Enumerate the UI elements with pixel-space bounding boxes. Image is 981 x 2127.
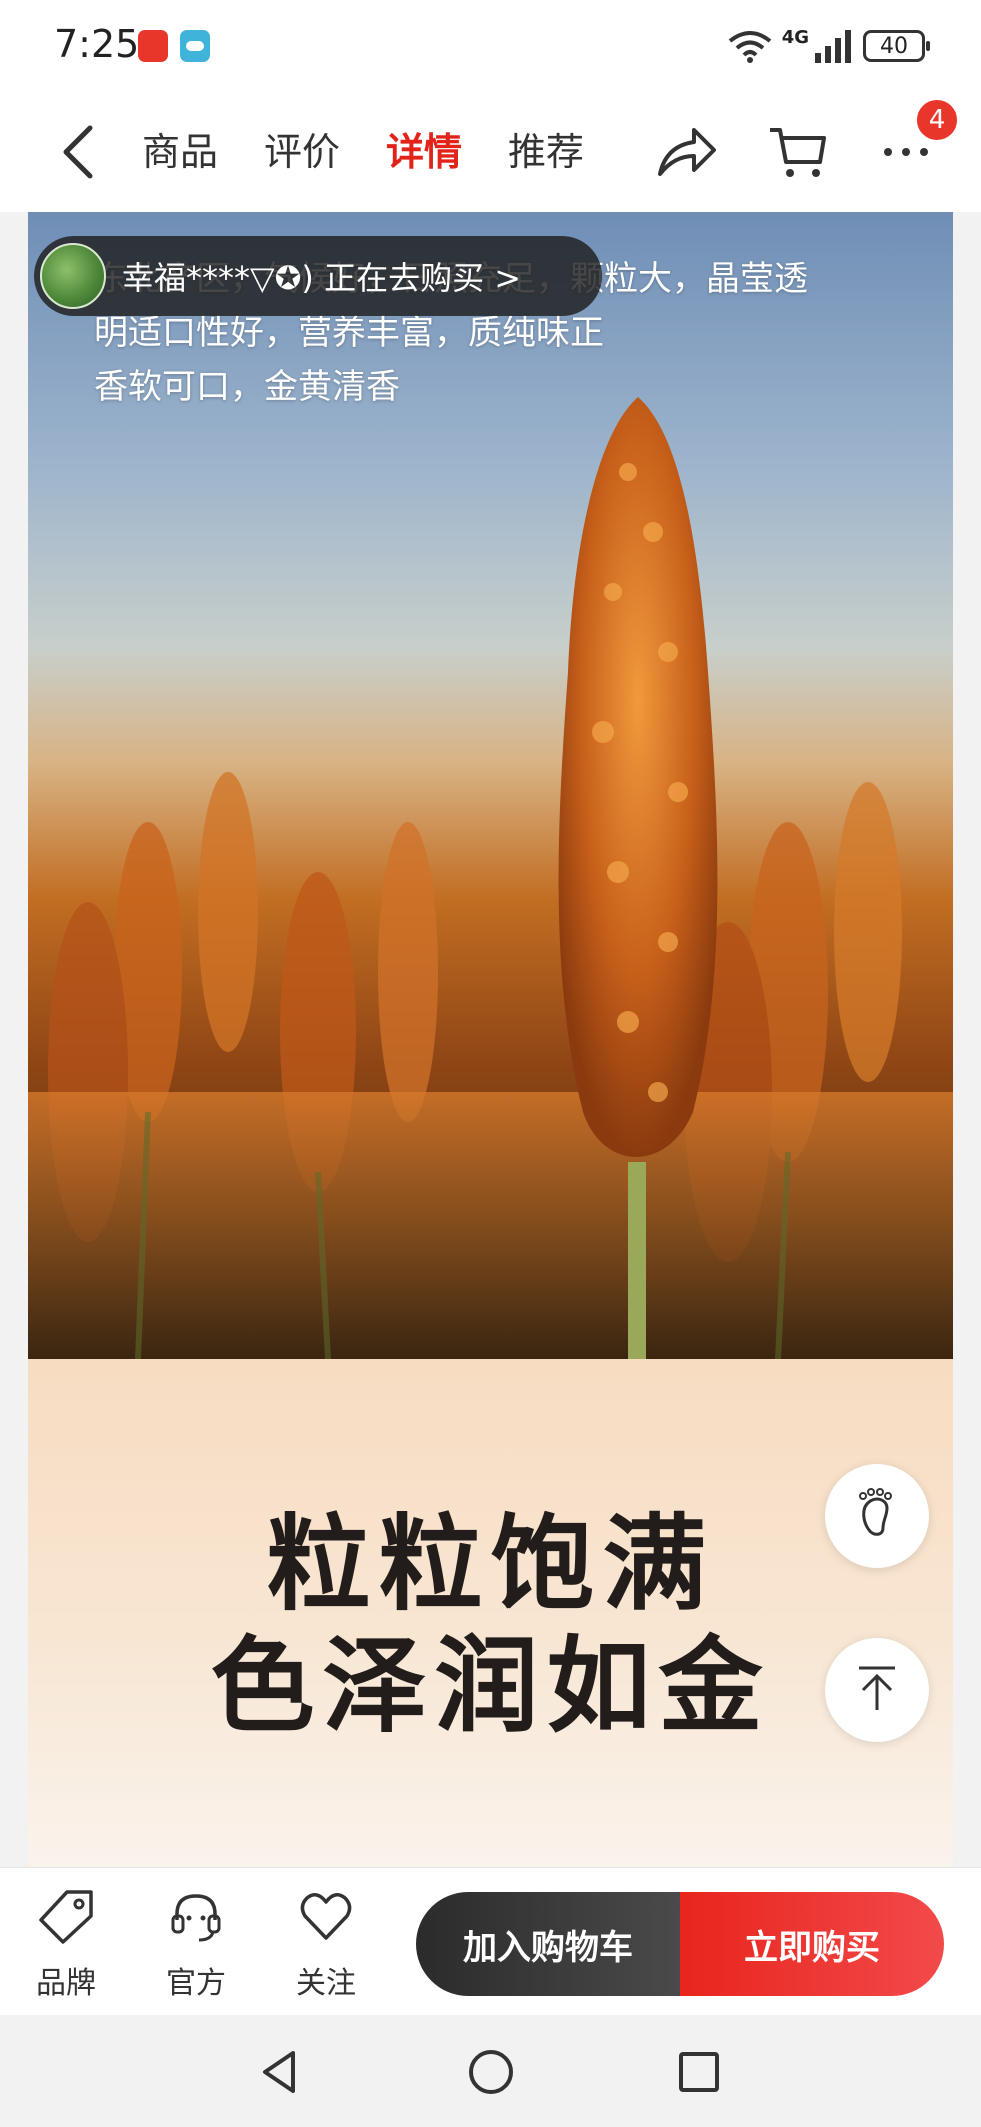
weather-app-icon bbox=[180, 30, 210, 62]
back-arrow-icon[interactable] bbox=[50, 120, 110, 184]
official-service-button[interactable]: 官方 bbox=[146, 1890, 246, 2002]
wifi-icon bbox=[728, 29, 772, 63]
sorghum-hero-image: 东北产区，气候好，日照充足，颗粒大，晶莹透 明适口性好，营养丰富，质纯味正 香软… bbox=[28, 212, 953, 1359]
add-to-cart-button[interactable]: 加入购物车 bbox=[416, 1892, 680, 1996]
message-count-badge: 4 bbox=[915, 98, 959, 142]
purchase-buttons: 加入购物车 立即购买 bbox=[416, 1892, 944, 1996]
product-nav-bar: 商品 评价 详情 推荐 bbox=[0, 92, 981, 212]
brand-button[interactable]: 品牌 bbox=[16, 1890, 116, 2002]
cart-icon[interactable] bbox=[766, 122, 830, 182]
brand-label: 品牌 bbox=[36, 1966, 96, 2001]
tab-reviews[interactable]: 评价 bbox=[264, 122, 386, 182]
status-bar: 7:25 4G 40 bbox=[0, 0, 981, 92]
official-label: 官方 bbox=[166, 1966, 226, 2001]
footprint-button[interactable] bbox=[825, 1464, 929, 1568]
system-back-icon[interactable] bbox=[255, 2047, 305, 2097]
product-detail-content: 东北产区，气候好，日照充足，颗粒大，晶莹透 明适口性好，营养丰富，质纯味正 香软… bbox=[28, 212, 953, 1867]
tag-icon bbox=[37, 1888, 95, 1950]
follow-button[interactable]: 关注 bbox=[276, 1890, 376, 2002]
footprint-icon bbox=[849, 1486, 905, 1546]
system-recents-icon[interactable] bbox=[674, 2047, 724, 2097]
banner-title-line2: 色泽润如金 bbox=[210, 1625, 771, 1747]
status-time: 7:25 bbox=[54, 22, 140, 66]
section-tabs: 商品 评价 详情 推荐 bbox=[142, 122, 630, 182]
headset-icon bbox=[167, 1888, 225, 1950]
heart-icon bbox=[297, 1888, 355, 1950]
follow-label: 关注 bbox=[296, 1966, 356, 2001]
description-line: 香软可口，金黄清香 bbox=[94, 367, 400, 407]
back-to-top-button[interactable] bbox=[825, 1638, 929, 1742]
buyer-ticker[interactable]: 幸福****▽✪) 正在去购买 > bbox=[34, 236, 602, 316]
buyer-avatar bbox=[40, 243, 106, 309]
notification-app-icon bbox=[138, 30, 168, 62]
network-type: 4G bbox=[781, 26, 809, 48]
bottom-action-bar: 品牌 官方 关注 加入购物车 立即购买 bbox=[0, 1867, 981, 2015]
share-icon[interactable] bbox=[654, 122, 718, 182]
tab-details[interactable]: 详情 bbox=[386, 122, 508, 182]
system-navigation-bar bbox=[0, 2015, 981, 2127]
tab-recommend[interactable]: 推荐 bbox=[508, 122, 630, 182]
signal-icon bbox=[813, 29, 853, 63]
promo-banner: 粒粒饱满 色泽润如金 bbox=[28, 1359, 953, 1867]
status-indicators: 4G 40 bbox=[728, 26, 930, 66]
ticker-text: 幸福****▽✪) 正在去购买 > bbox=[122, 259, 522, 297]
battery-indicator: 40 bbox=[863, 30, 930, 62]
back-to-top-icon bbox=[849, 1660, 905, 1720]
tab-product[interactable]: 商品 bbox=[142, 122, 264, 182]
buy-now-button[interactable]: 立即购买 bbox=[680, 1892, 944, 1996]
system-home-icon[interactable] bbox=[466, 2047, 516, 2097]
